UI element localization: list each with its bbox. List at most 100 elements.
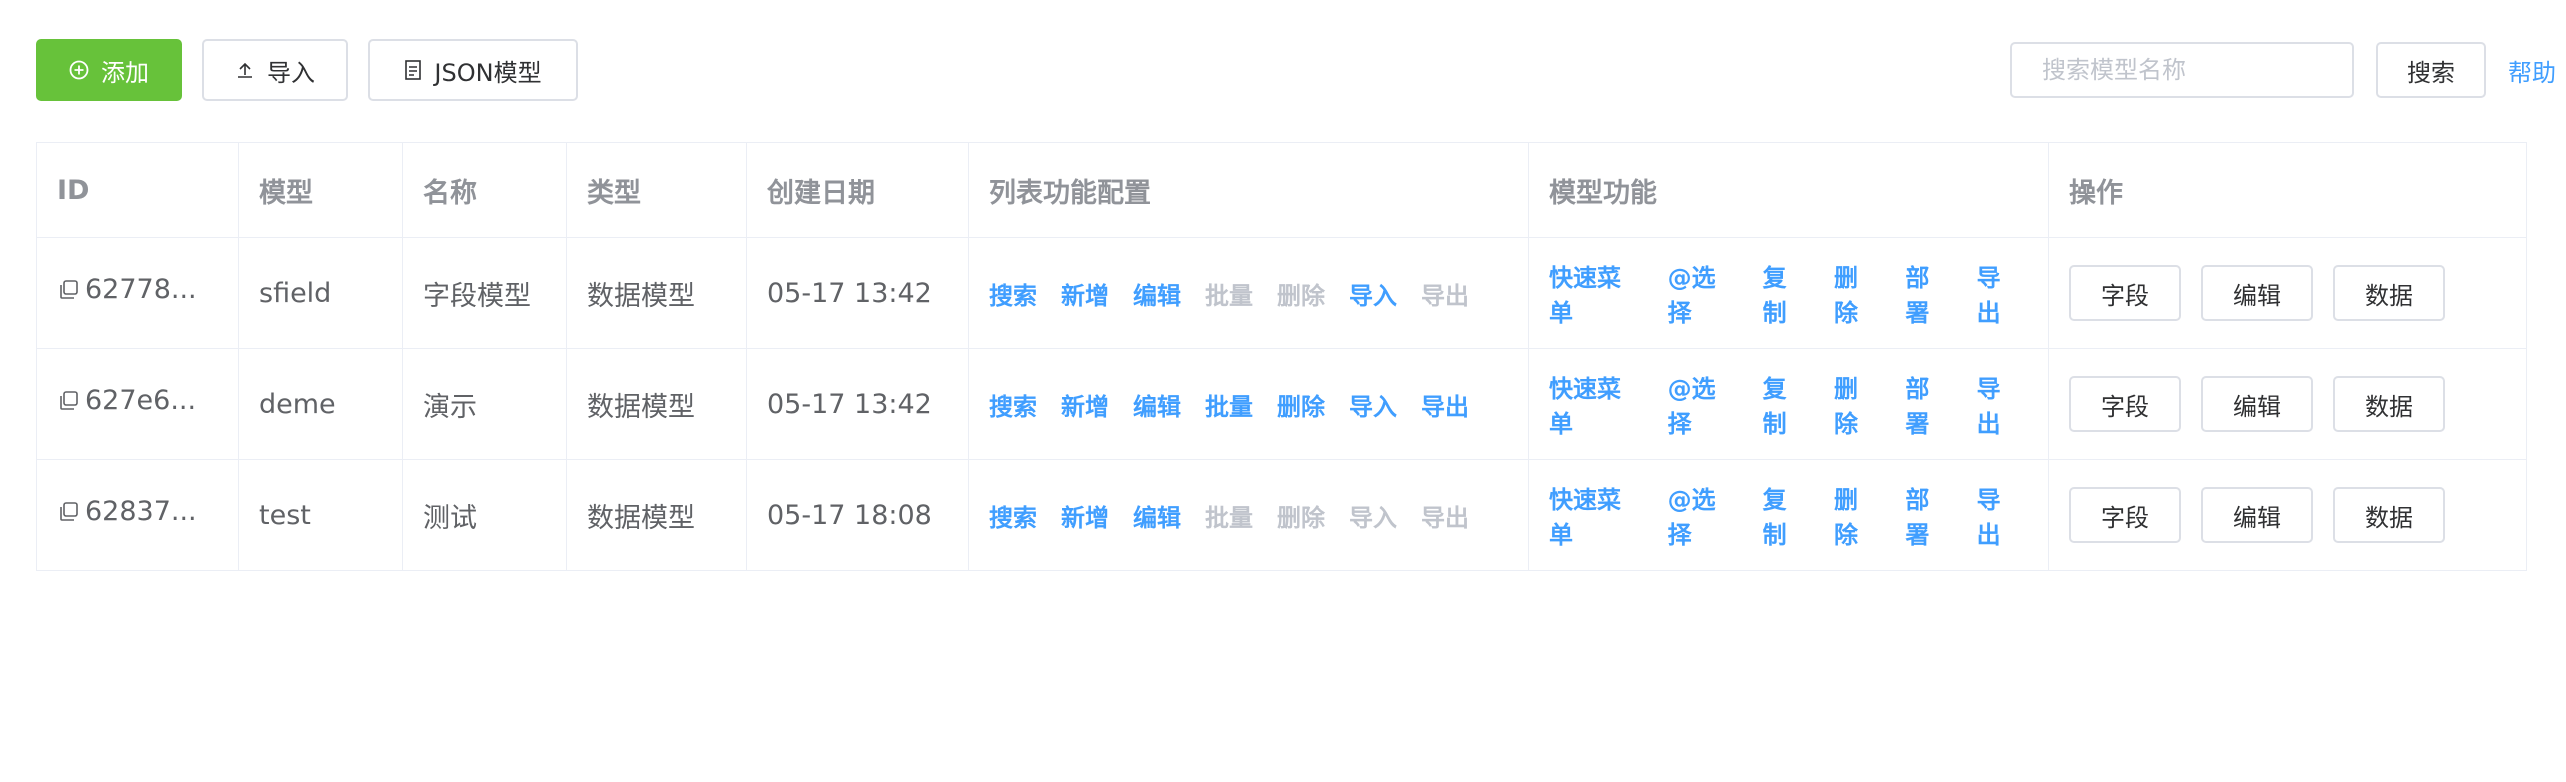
header-created: 创建日期 [746,142,969,238]
id-value: 627e6... [85,385,197,416]
list-action-link[interactable]: 删除 [1277,387,1325,422]
cell-id: 627e6... [36,348,239,460]
cell-model-functions: 快速菜单 @选择 复制 删除 部署 导出 [1528,237,2049,349]
cell-list-config: 搜索 新增 编辑 批量 删除 导入 导出 [968,348,1529,460]
header-operations: 操作 [2048,142,2527,238]
list-action-link: 删除 [1277,281,1325,310]
id-value: 62778... [85,274,197,305]
list-action-link[interactable]: 编辑 [1133,387,1181,422]
cell-model: deme [238,348,403,460]
header-model: 模型 [238,142,403,238]
header-id: ID [36,142,239,238]
model-action-link[interactable]: @选择 [1668,369,1739,439]
model-action-link[interactable]: 快速菜单 [1549,369,1644,439]
model-action-link[interactable]: @选择 [1668,258,1739,328]
fields-button[interactable]: 字段 [2069,265,2181,321]
model-action-link[interactable]: 部署 [1905,258,1952,328]
model-action-link[interactable]: 删除 [1834,258,1881,328]
cell-id: 62837... [36,459,239,571]
edit-button[interactable]: 编辑 [2201,487,2313,543]
fields-button[interactable]: 字段 [2069,487,2181,543]
toolbar: 添加 导入 JSON模型 [36,37,598,103]
cell-date: 05-17 18:08 [746,459,969,571]
help-link[interactable]: 帮助 [2508,53,2556,88]
list-action-link[interactable]: 搜索 [989,276,1037,311]
data-button[interactable]: 数据 [2333,487,2445,543]
cell-type: 数据模型 [566,348,747,460]
list-action-link: 导入 [1349,503,1397,532]
cell-model-functions: 快速菜单 @选择 复制 删除 部署 导出 [1528,459,2049,571]
model-action-link[interactable]: 导出 [1977,369,2024,439]
model-action-link[interactable]: 快速菜单 [1549,258,1644,328]
list-action-link[interactable]: 编辑 [1133,498,1181,533]
cell-model: test [238,459,403,571]
model-action-link[interactable]: 删除 [1834,480,1881,550]
list-action-link[interactable]: 新增 [1061,276,1109,311]
edit-button[interactable]: 编辑 [2201,376,2313,432]
document-icon [404,59,422,81]
cell-name: 测试 [402,459,567,571]
model-action-link[interactable]: 复制 [1763,480,1810,550]
model-action-link[interactable]: 复制 [1763,369,1810,439]
search-bar: 搜索 帮助 [2010,42,2566,98]
list-action-link: 删除 [1277,503,1325,532]
fields-button[interactable]: 字段 [2069,376,2181,432]
header-type: 类型 [566,142,747,238]
list-action-link: 导出 [1421,503,1469,532]
search-button-label: 搜索 [2407,58,2455,87]
list-action-link[interactable]: 批量 [1205,387,1253,422]
list-action-link[interactable]: 新增 [1061,387,1109,422]
list-action-link: 导出 [1421,281,1469,310]
cell-model-functions: 快速菜单 @选择 复制 删除 部署 导出 [1528,348,2049,460]
copy-icon[interactable] [57,278,81,302]
cell-operations: 字段 编辑 数据 [2048,348,2527,460]
list-action-link[interactable]: 导出 [1421,387,1469,422]
header-model-functions: 模型功能 [1528,142,2049,238]
model-table: ID 模型 名称 类型 创建日期 列表功能配置 模型功能 操作 62778...… [36,142,2527,571]
cell-model: sfield [238,237,403,349]
cell-type: 数据模型 [566,459,747,571]
copy-icon[interactable] [57,500,81,524]
id-value: 62837... [85,496,197,527]
add-button[interactable]: 添加 [36,39,182,101]
model-action-link[interactable]: 复制 [1763,258,1810,328]
model-action-link[interactable]: 部署 [1905,369,1952,439]
cell-name: 字段模型 [402,237,567,349]
edit-button[interactable]: 编辑 [2201,265,2313,321]
upload-icon [235,60,255,80]
data-button[interactable]: 数据 [2333,376,2445,432]
table-row: 62778... sfield 字段模型 数据模型 05-17 13:42 搜索 新增 编辑批… [36,237,2527,349]
table-row: 627e6... deme 演示 数据模型 05-17 13:42 搜索 新增 编辑 批量 删除导… [36,348,2527,460]
plus-circle-icon [69,60,89,80]
list-action-link: 批量 [1205,281,1253,310]
model-action-link[interactable]: 导出 [1977,258,2024,328]
header-name: 名称 [402,142,567,238]
cell-date: 05-17 13:42 [746,348,969,460]
search-input[interactable] [2010,42,2354,98]
cell-operations: 字段 编辑 数据 [2048,459,2527,571]
model-action-link[interactable]: @选择 [1668,480,1739,550]
json-model-label: JSON模型 [434,58,542,87]
model-action-link[interactable]: 快速菜单 [1549,480,1644,550]
list-action-link[interactable]: 新增 [1061,498,1109,533]
search-button[interactable]: 搜索 [2376,42,2486,98]
list-action-link[interactable]: 搜索 [989,498,1037,533]
data-button[interactable]: 数据 [2333,265,2445,321]
cell-list-config: 搜索 新增 编辑 批量 删除 导入 导出 [968,459,1529,571]
list-action-link[interactable]: 搜索 [989,387,1037,422]
list-action-link[interactable]: 导入 [1349,276,1397,311]
model-action-link[interactable]: 导出 [1977,480,2024,550]
cell-type: 数据模型 [566,237,747,349]
json-model-button[interactable]: JSON模型 [368,39,578,101]
list-action-link: 批量 [1205,503,1253,532]
list-action-link[interactable]: 导入 [1349,387,1397,422]
cell-operations: 字段 编辑 数据 [2048,237,2527,349]
model-action-link[interactable]: 删除 [1834,369,1881,439]
model-action-link[interactable]: 部署 [1905,480,1952,550]
import-button[interactable]: 导入 [202,39,348,101]
list-action-link[interactable]: 编辑 [1133,276,1181,311]
add-label: 添加 [101,58,149,87]
cell-list-config: 搜索 新增 编辑 批量 删除 导入 导出 [968,237,1529,349]
table-header-row: ID 模型 名称 类型 创建日期 列表功能配置 模型功能 操作 [36,142,2527,238]
copy-icon[interactable] [57,389,81,413]
